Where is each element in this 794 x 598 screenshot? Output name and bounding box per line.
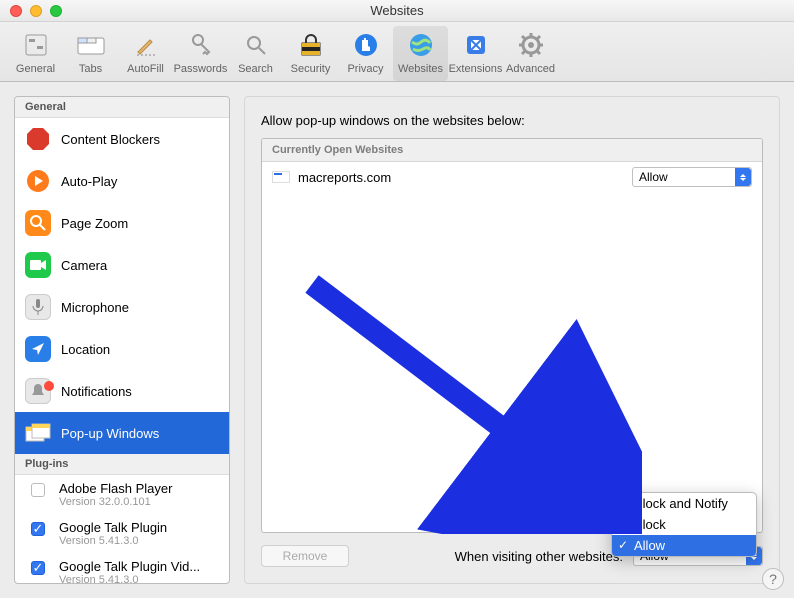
menu-item-block[interactable]: Block: [612, 514, 756, 535]
footer-label: When visiting other websites:: [455, 549, 623, 564]
tab-privacy[interactable]: Privacy: [338, 26, 393, 81]
site-name: macreports.com: [298, 170, 624, 185]
setting-dropdown-menu: Block and Notify Block Allow: [611, 492, 757, 557]
plugin-version: Version 5.41.3.0: [59, 574, 200, 584]
search-icon: [241, 30, 271, 60]
titlebar: Websites: [0, 0, 794, 22]
plugin-label: Google Talk Plugin Vid...: [59, 559, 200, 574]
plugin-checkbox[interactable]: ✓: [31, 522, 45, 536]
help-icon: ?: [769, 571, 777, 587]
plugin-item-google-talk-vid[interactable]: ✓ Google Talk Plugin Vid... Version 5.41…: [15, 553, 229, 584]
tab-tabs[interactable]: Tabs: [63, 26, 118, 81]
tab-label: Tabs: [79, 63, 102, 75]
plugin-label: Google Talk Plugin: [59, 520, 167, 535]
tab-security[interactable]: Security: [283, 26, 338, 81]
pencil-icon: [131, 30, 161, 60]
sidebar-item-page-zoom[interactable]: Page Zoom: [15, 202, 229, 244]
tab-passwords[interactable]: Passwords: [173, 26, 228, 81]
tab-autofill[interactable]: AutoFill: [118, 26, 173, 81]
tab-search[interactable]: Search: [228, 26, 283, 81]
stop-sign-icon: [25, 126, 51, 152]
row-setting-select[interactable]: Allow: [632, 167, 752, 187]
key-icon: [186, 30, 216, 60]
tab-extensions[interactable]: Extensions: [448, 26, 503, 81]
zoom-icon: [25, 210, 51, 236]
remove-button[interactable]: Remove: [261, 545, 349, 567]
microphone-icon: [25, 294, 51, 320]
puzzle-icon: [461, 30, 491, 60]
button-label: Remove: [283, 549, 328, 563]
table-row[interactable]: macreports.com Allow: [262, 162, 762, 192]
plugin-version: Version 32.0.0.101: [59, 496, 172, 508]
websites-table: Currently Open Websites macreports.com A…: [261, 138, 763, 533]
location-icon: [25, 336, 51, 362]
tab-label: Passwords: [174, 63, 228, 75]
menu-item-block-notify[interactable]: Block and Notify: [612, 493, 756, 514]
favicon-icon: [272, 171, 290, 183]
switches-icon: [21, 30, 51, 60]
tab-label: Advanced: [506, 63, 555, 75]
badge-dot-icon: [44, 381, 54, 391]
sidebar-item-notifications[interactable]: Notifications: [15, 370, 229, 412]
menu-label: Allow: [634, 538, 665, 553]
plugin-item-google-talk[interactable]: ✓ Google Talk Plugin Version 5.41.3.0: [15, 514, 229, 553]
tab-label: Security: [291, 63, 331, 75]
tab-label: Search: [238, 63, 273, 75]
tab-label: Extensions: [449, 63, 503, 75]
hand-icon: [351, 30, 381, 60]
sidebar-item-label: Content Blockers: [61, 132, 160, 147]
sidebar-header-plugins: Plug-ins: [15, 454, 229, 475]
sidebar-item-label: Microphone: [61, 300, 129, 315]
globe-icon: [406, 30, 436, 60]
tab-label: Privacy: [347, 63, 383, 75]
sidebar-item-microphone[interactable]: Microphone: [15, 286, 229, 328]
detail-panel: Allow pop-up windows on the websites bel…: [244, 96, 780, 584]
tab-label: Websites: [398, 63, 443, 75]
tab-label: AutoFill: [127, 63, 164, 75]
help-button[interactable]: ?: [762, 568, 784, 590]
window-title: Websites: [0, 3, 794, 18]
sidebar-item-popup-windows[interactable]: Pop-up Windows: [15, 412, 229, 454]
tab-label: General: [16, 63, 55, 75]
windows-icon: [25, 420, 51, 446]
panel-title: Allow pop-up windows on the websites bel…: [261, 113, 763, 128]
select-value: Allow: [639, 170, 668, 184]
sidebar-item-autoplay[interactable]: Auto-Play: [15, 160, 229, 202]
menu-item-allow[interactable]: Allow: [612, 535, 756, 556]
plugin-label: Adobe Flash Player: [59, 481, 172, 496]
gear-icon: [516, 30, 546, 60]
camera-icon: [25, 252, 51, 278]
lock-striped-icon: [296, 30, 326, 60]
menu-label: Block and Notify: [634, 496, 728, 511]
sidebar-item-label: Page Zoom: [61, 216, 128, 231]
sidebar-item-label: Camera: [61, 258, 107, 273]
sidebar-header-general: General: [15, 97, 229, 118]
sidebar: General Content Blockers Auto-Play Page …: [14, 96, 230, 584]
play-icon: [25, 168, 51, 194]
tab-general[interactable]: General: [8, 26, 63, 81]
plugin-checkbox[interactable]: [31, 483, 45, 497]
tabs-icon: [76, 30, 106, 60]
sidebar-item-label: Auto-Play: [61, 174, 117, 189]
plugin-version: Version 5.41.3.0: [59, 535, 167, 547]
tab-advanced[interactable]: Advanced: [503, 26, 558, 81]
sidebar-item-label: Location: [61, 342, 110, 357]
preferences-toolbar: General Tabs AutoFill Passwords Search S…: [0, 22, 794, 82]
chevron-up-down-icon: [735, 168, 751, 186]
sidebar-item-label: Pop-up Windows: [61, 426, 159, 441]
menu-label: Block: [634, 517, 666, 532]
tab-websites[interactable]: Websites: [393, 26, 448, 81]
sidebar-item-label: Notifications: [61, 384, 132, 399]
plugin-checkbox[interactable]: ✓: [31, 561, 45, 575]
sidebar-item-camera[interactable]: Camera: [15, 244, 229, 286]
sidebar-item-content-blockers[interactable]: Content Blockers: [15, 118, 229, 160]
bell-icon: [25, 378, 51, 404]
plugin-item-flash[interactable]: Adobe Flash Player Version 32.0.0.101: [15, 475, 229, 514]
table-header: Currently Open Websites: [262, 139, 762, 162]
sidebar-item-location[interactable]: Location: [15, 328, 229, 370]
